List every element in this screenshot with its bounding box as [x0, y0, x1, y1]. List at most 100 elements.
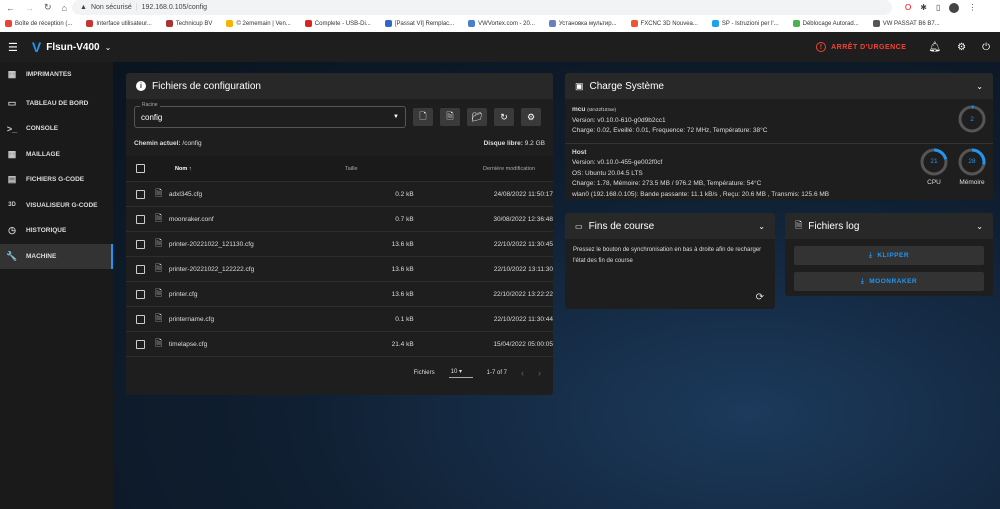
file-modified: 22/10/2022 13:11:30	[493, 265, 553, 273]
moonraker-log-button[interactable]: ⤓ MOONRAKER	[794, 272, 984, 291]
bookmark[interactable]: VW PASSAT B6 B7...	[872, 20, 940, 28]
address-bar[interactable]: ▲ Non sécurisé | 192.168.0.105/config	[72, 0, 892, 15]
back-icon[interactable]: ←	[6, 3, 15, 13]
table-row[interactable]: 🗎 printername.cfg 0.1 kB 22/10/2022 11:30:4…	[126, 306, 553, 331]
extensions-icon[interactable]: ✱	[920, 3, 927, 12]
settings-button[interactable]: ⚙	[521, 108, 541, 126]
mcu-load-gauge: 2	[958, 105, 986, 133]
file-size: 13.6 kB	[391, 240, 414, 248]
row-checkbox[interactable]	[136, 239, 145, 249]
3d-icon: 3D	[8, 202, 16, 209]
bookmark[interactable]: Complete - USB-Di...	[304, 20, 371, 28]
column-name[interactable]: Nom ↑	[155, 166, 345, 172]
file-icon: 🗎	[154, 313, 163, 323]
column-size[interactable]: Taille	[345, 166, 405, 172]
row-checkbox[interactable]	[136, 214, 145, 224]
file-name: adxl345.cfg	[168, 190, 203, 198]
file-modified: 24/08/2022 11:50:17	[493, 190, 553, 198]
bell-icon[interactable]: 🔔︎	[928, 42, 941, 53]
row-checkbox[interactable]	[136, 289, 145, 299]
sidebar-item-machine[interactable]: 🔧 MACHINE	[0, 243, 113, 269]
sync-icon[interactable]: ⟳	[756, 292, 764, 303]
file-name: moonraker.conf	[168, 215, 214, 223]
file-name: printer.cfg	[168, 290, 198, 298]
collapse-icon[interactable]: ⌄	[976, 222, 983, 231]
sidebar-item-gcode-viewer[interactable]: 3D VISUALISEUR G-CODE	[0, 193, 113, 219]
bookmark[interactable]: VWVortex.com - 20...	[468, 20, 535, 28]
emergency-stop-button[interactable]: ! ARRÊT D'URGENCE	[816, 42, 906, 52]
forward-icon[interactable]: →	[25, 3, 34, 13]
sidebar-item-console[interactable]: >_ CONSOLE	[0, 116, 113, 142]
panel-title: Fichiers de configuration	[152, 80, 261, 92]
sidebar-item-history[interactable]: ◷ HISTORIQUE	[0, 218, 113, 244]
prev-page-icon[interactable]: ‹	[521, 368, 524, 378]
console-icon: >_	[6, 123, 18, 134]
panel-header: i Fichiers de configuration	[126, 73, 553, 99]
chevron-down-icon[interactable]: ⌄	[105, 43, 112, 52]
bookmark[interactable]: FXCNC 3D Nouvea...	[630, 20, 698, 28]
row-checkbox[interactable]	[136, 264, 145, 274]
download-icon: ⤓	[860, 277, 865, 285]
bookmark[interactable]: Boîte de réception (...	[5, 20, 72, 28]
collapse-icon[interactable]: ⌄	[976, 82, 983, 91]
security-label: Non sécurisé	[90, 4, 132, 11]
table-row[interactable]: 🗎 printer-20221022_122222.cfg 13.6 kB 22/10…	[126, 256, 553, 281]
reload-icon[interactable]: ↻	[44, 2, 52, 13]
sidebar-item-dashboard[interactable]: ▭ TABLEAU DE BORD	[0, 91, 113, 117]
bookmark[interactable]: Interface utilisateur...	[86, 20, 152, 28]
opera-icon[interactable]: O	[905, 3, 911, 12]
home-icon[interactable]: ⌂	[62, 3, 67, 13]
bookmark[interactable]: SP - Istruzioni per l'...	[711, 20, 779, 28]
file-name: printer-20221022_122222.cfg	[168, 265, 255, 273]
printer-title[interactable]: Flsun-V400	[46, 42, 99, 53]
file-modified: 15/04/2022 05:00:05	[493, 340, 553, 348]
collapse-icon[interactable]: ⌄	[758, 222, 765, 231]
url-text[interactable]: 192.168.0.105/config	[142, 4, 207, 11]
select-all-checkbox[interactable]	[136, 164, 145, 173]
table-row[interactable]: 🗎 adxl345.cfg 0.2 kB 24/08/2022 11:50:17	[126, 181, 553, 206]
file-icon: ▤	[7, 174, 17, 185]
file-icon: 🗎	[154, 263, 163, 273]
file-modified: 30/08/2022 12:36:48	[493, 215, 553, 223]
file-icon: 🗎	[154, 238, 163, 248]
new-file-button[interactable]: 🗋	[413, 108, 433, 126]
power-icon[interactable]: ⏻	[982, 42, 990, 53]
refresh-button[interactable]: ↻	[494, 108, 514, 126]
table-row[interactable]: 🗎 printer-20221022_121130.cfg 13.6 kB 22/10…	[126, 231, 553, 256]
table-row[interactable]: 🗎 printer.cfg 13.6 kB 22/10/2022 13:22:22	[126, 281, 553, 306]
settings-icon[interactable]: ⚙	[957, 42, 966, 53]
sidebar-item-printers[interactable]: ▦ IMPRIMANTES	[0, 62, 113, 88]
column-modified[interactable]: Dernière modification	[405, 166, 535, 172]
bookmark[interactable]: Установка мультир...	[548, 20, 617, 28]
sidebar-icon[interactable]: ▯	[936, 3, 940, 12]
file-icon: 🗎	[154, 213, 163, 223]
endstop-icon: ▭	[575, 221, 583, 231]
table-row[interactable]: 🗎 moonraker.conf 0.7 kB 30/08/2022 12:36:48	[126, 206, 553, 231]
file-size: 13.6 kB	[391, 290, 414, 298]
row-checkbox[interactable]	[136, 189, 145, 199]
new-folder-button[interactable]: 📁︎	[467, 108, 487, 126]
sidebar-item-mesh[interactable]: ▦ MAILLAGE	[0, 142, 113, 168]
bookmark[interactable]: Déblocage Autorad...	[792, 20, 859, 28]
per-page-select[interactable]: 10 ▾	[448, 368, 473, 378]
sidebar-item-gcode-files[interactable]: ▤ FICHIERS G-CODE	[0, 167, 113, 193]
bookmark[interactable]: Technicup BV	[165, 20, 212, 28]
bookmark[interactable]: [Passat VI] Remplac...	[384, 20, 454, 28]
menu-icon[interactable]: ⋮	[968, 3, 976, 12]
row-checkbox[interactable]	[136, 314, 145, 324]
warning-icon: ▲	[80, 4, 87, 11]
avatar[interactable]	[949, 2, 960, 13]
browser-actions: O ✱ ▯ ⋮	[905, 0, 976, 15]
file-modified: 22/10/2022 13:22:22	[493, 290, 553, 298]
bookmark[interactable]: © 2ememain | Ven...	[226, 20, 291, 28]
next-page-icon[interactable]: ›	[538, 368, 541, 378]
root-select[interactable]: Racine config ▼	[134, 102, 406, 128]
hamburger-icon[interactable]: ☰	[8, 41, 18, 54]
klipper-log-button[interactable]: ⤓ KLIPPER	[794, 246, 984, 265]
table-header: Nom ↑ Taille Dernière modification	[126, 156, 553, 181]
system-load-panel: ▣ Charge Système ⌄ mcu (stm32f103xe) Versi…	[565, 73, 993, 200]
row-checkbox[interactable]	[136, 339, 145, 349]
table-row[interactable]: 🗎 timelapse.cfg 21.4 kB 15/04/2022 05:00:05	[126, 331, 553, 356]
sidebar: ▦ IMPRIMANTES ▭ TABLEAU DE BORD >_ CONSOLE …	[0, 62, 113, 509]
upload-file-button[interactable]: 🗎	[440, 108, 460, 126]
